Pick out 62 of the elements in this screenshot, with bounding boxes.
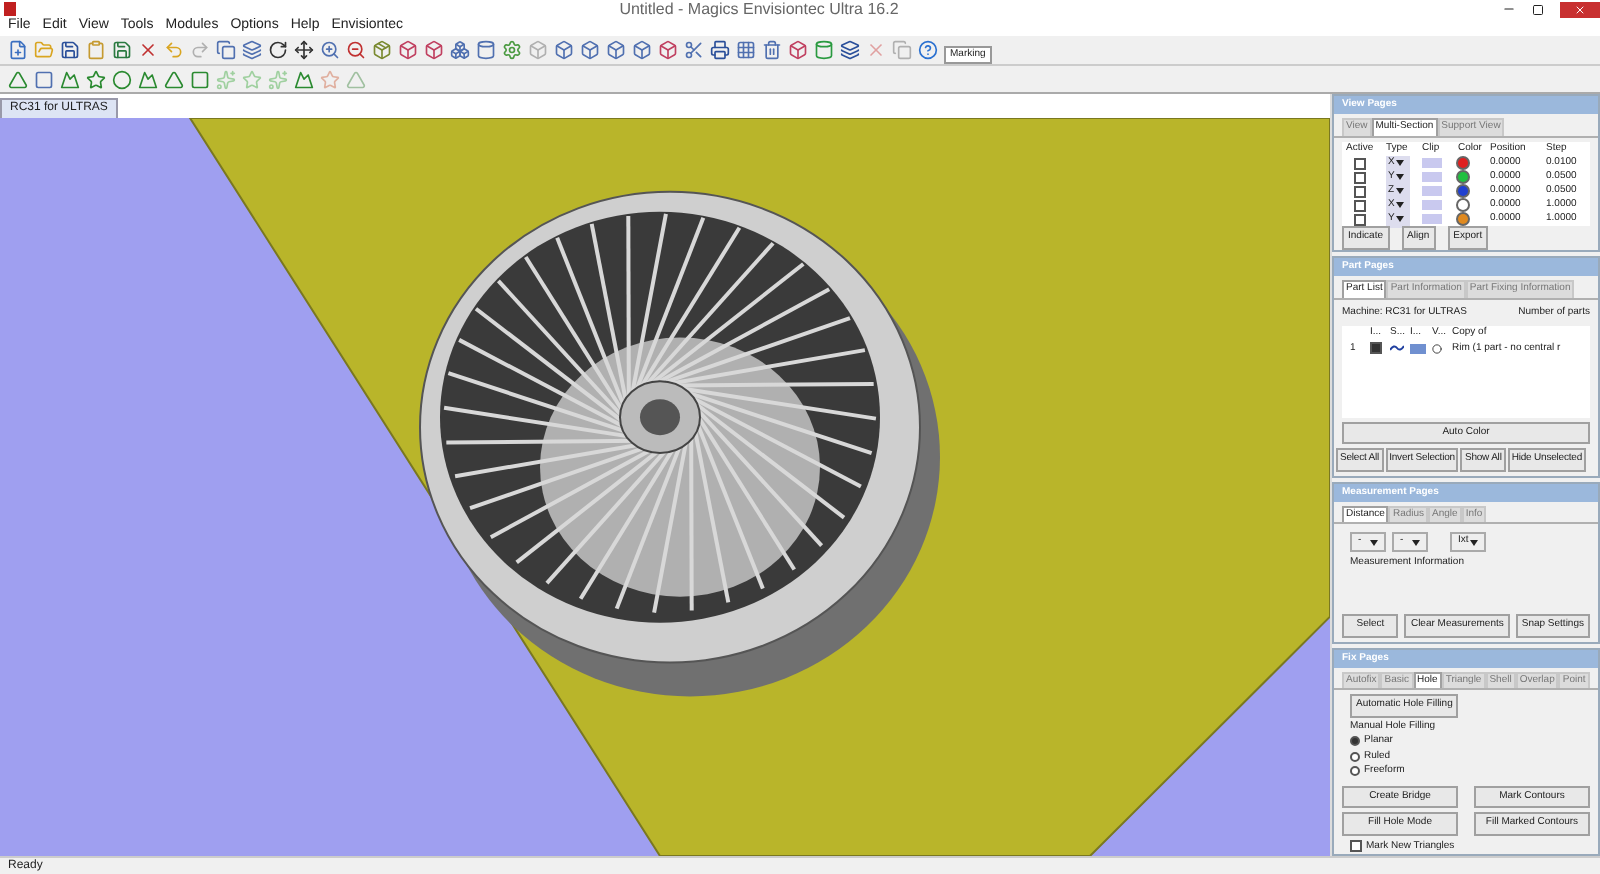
wave-icon	[1390, 344, 1404, 353]
cube-icon[interactable]	[554, 40, 574, 60]
window-title: Untitled - Magics Envisiontec Ultra 16.2	[617, 0, 901, 18]
star-icon[interactable]	[242, 69, 262, 89]
checkbox[interactable]	[1350, 840, 1362, 853]
cube-icon[interactable]	[424, 40, 444, 60]
delete-icon[interactable]	[138, 40, 158, 60]
package-icon[interactable]	[372, 40, 392, 60]
caret-icon	[1412, 539, 1420, 546]
zoom-out-icon[interactable]	[346, 40, 366, 60]
square-icon[interactable]	[34, 69, 54, 89]
radio-button[interactable]	[1350, 736, 1360, 747]
clipboard-icon[interactable]	[86, 40, 106, 60]
checkbox[interactable]	[1354, 185, 1366, 198]
close-button[interactable]	[1560, 1, 1600, 17]
caret-icon	[1370, 539, 1378, 546]
gear-icon[interactable]	[502, 40, 522, 60]
cube-icon[interactable]	[580, 40, 600, 60]
square-icon[interactable]	[190, 69, 210, 89]
cube-icon[interactable]	[658, 40, 678, 60]
triangle-icon[interactable]	[8, 69, 28, 89]
zoom-in-icon[interactable]	[320, 40, 340, 60]
star-icon[interactable]	[86, 69, 106, 89]
cube-icon[interactable]	[606, 40, 626, 60]
scissors-icon[interactable]	[684, 40, 704, 60]
copy-icon[interactable]	[216, 40, 236, 60]
cylinder-icon[interactable]	[476, 40, 496, 60]
layers-icon[interactable]	[840, 40, 860, 60]
cube-icon[interactable]	[632, 40, 652, 60]
maximize-icon[interactable]	[1532, 3, 1544, 15]
printer-icon[interactable]	[710, 40, 730, 60]
checkbox[interactable]	[1354, 171, 1366, 184]
move-icon[interactable]	[294, 40, 314, 60]
minimize-icon[interactable]	[1502, 2, 1516, 16]
rotate-icon[interactable]	[268, 40, 288, 60]
checkbox[interactable]	[1354, 213, 1366, 226]
trash-icon[interactable]	[762, 40, 782, 60]
checkbox[interactable]	[1354, 199, 1366, 212]
mountain-icon[interactable]	[60, 69, 80, 89]
cylinder-icon[interactable]	[814, 40, 834, 60]
radio-button[interactable]	[1350, 766, 1360, 777]
save-icon[interactable]	[60, 40, 80, 60]
radio-button[interactable]	[1350, 751, 1360, 762]
triangle-icon[interactable]	[164, 69, 184, 89]
circle-icon	[1432, 343, 1442, 354]
cube-icon[interactable]	[788, 40, 808, 60]
caret-icon	[1470, 539, 1478, 546]
star-icon[interactable]	[320, 69, 340, 89]
cube-icon[interactable]	[398, 40, 418, 60]
mountain-icon[interactable]	[294, 69, 314, 89]
mountain-icon[interactable]	[138, 69, 158, 89]
close-icon	[1574, 3, 1586, 15]
help-icon[interactable]	[918, 40, 938, 60]
checkbox[interactable]	[1370, 342, 1382, 355]
save-icon[interactable]	[112, 40, 132, 60]
color-swatch-icon	[1410, 343, 1426, 354]
layers-icon[interactable]	[242, 40, 262, 60]
checkbox[interactable]	[1354, 157, 1366, 170]
boxes-icon[interactable]	[450, 40, 470, 60]
file-icon[interactable]	[8, 40, 28, 60]
grid-icon[interactable]	[736, 40, 756, 60]
circle-icon[interactable]	[112, 69, 132, 89]
